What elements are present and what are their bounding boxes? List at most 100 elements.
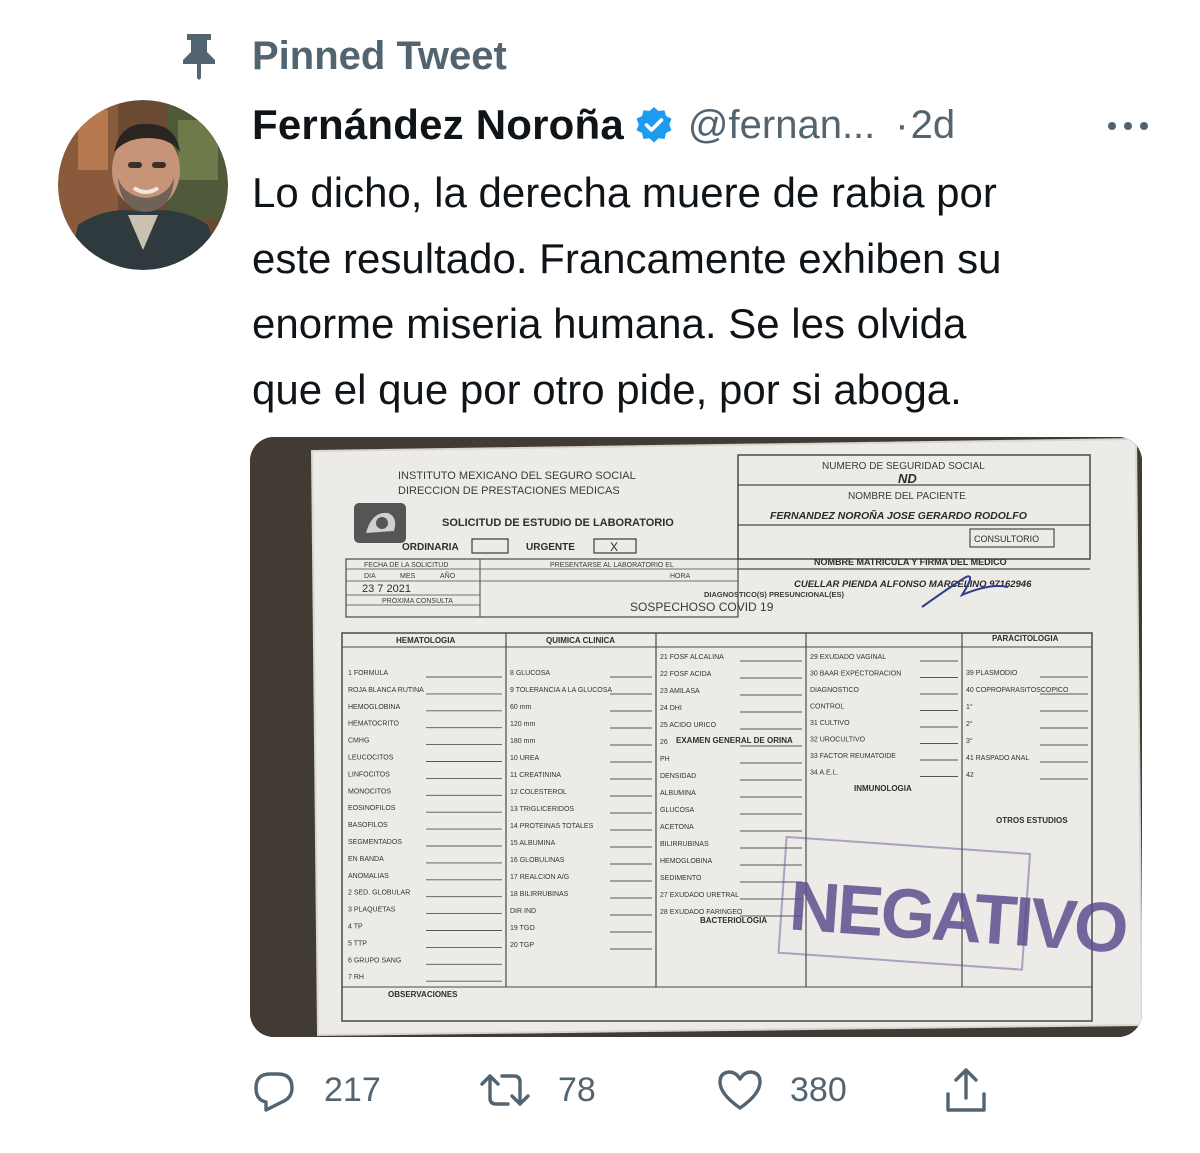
tweet-text-line: enorme miseria humana. Se les olvida <box>252 300 967 347</box>
imss-logo-icon <box>354 503 406 543</box>
form-row-label: ROJA BLANCA RUTINA <box>348 687 424 694</box>
form-row-label: 12 COLESTEROL <box>510 789 567 796</box>
form-row-label: 60 mm <box>510 704 532 711</box>
form-row-label: MONOCITOS <box>348 788 391 795</box>
tweet-image[interactable]: INSTITUTO MEXICANO DEL SEGURO SOCIAL DIR… <box>250 437 1142 1037</box>
action-bar: 217 78 380 <box>250 1060 1010 1120</box>
form-row-label: 33 FACTOR REUMATOIDE <box>810 753 896 760</box>
consultorio-label: CONSULTORIO <box>974 534 1039 544</box>
form-row-label: 22 FOSF ACIDA <box>660 671 712 678</box>
form-row-label: EN BANDA <box>348 856 384 863</box>
form-row-label: 6 GRUPO SANG <box>348 957 401 964</box>
form-row-label: DENSIDAD <box>660 773 696 780</box>
diagnostico-label: DIAGNOSTICO(S) PRESUNCIONAL(ES) <box>704 590 845 599</box>
form-row-label: 41 RASPADO ANAL <box>966 755 1029 762</box>
tweet-text-line: que el que por otro pide, por si aboga. <box>252 365 962 413</box>
form-row-label: 26 <box>660 739 668 746</box>
patient-label: NOMBRE DEL PACIENTE <box>848 491 966 502</box>
form-row-label: 3° <box>966 737 973 745</box>
section-quimica: QUIMICA CLINICA <box>546 636 615 645</box>
form-row-label: 14 PROTEINAS TOTALES <box>510 823 594 830</box>
share-button[interactable] <box>942 1060 990 1120</box>
section-orina: EXAMEN GENERAL DE ORINA <box>676 736 793 745</box>
dia-label: DIA <box>364 573 376 580</box>
form-row-label: 40 COPROPARASITOSCOPICO <box>966 687 1069 694</box>
form-title: SOLICITUD DE ESTUDIO DE LABORATORIO <box>442 517 674 529</box>
form-row-label: SEGMENTADOS <box>348 839 402 846</box>
retweet-icon <box>478 1066 532 1114</box>
form-row-label: CMHG <box>348 738 369 745</box>
retweet-count: 78 <box>558 1070 596 1109</box>
avatar[interactable] <box>58 100 228 270</box>
separator-dot: · <box>895 102 909 147</box>
form-row-label: 17 REALCION A/G <box>510 874 569 881</box>
reply-button[interactable]: 217 <box>250 1060 381 1120</box>
form-row-label: BASOFILOS <box>348 822 388 829</box>
form-row-label: 23 AMILASA <box>660 688 700 695</box>
form-row-label: 19 TGO <box>510 925 535 932</box>
form-row-label: 1° <box>966 703 973 711</box>
pinned-label: Pinned Tweet <box>252 34 507 78</box>
form-row-label: 27 EXUDADO URETRAL <box>660 892 739 899</box>
form-row-label: HEMOGLOBINA <box>660 858 712 865</box>
proxima-label: PROXIMA CONSULTA <box>382 598 453 605</box>
ordinaria-label: ORDINARIA <box>402 542 459 553</box>
heart-icon <box>716 1066 764 1114</box>
form-row-label: 3 PLAQUETAS <box>348 907 396 914</box>
urgente-label: URGENTE <box>526 542 575 553</box>
form-row-label: 20 TGP <box>510 942 534 949</box>
form-row-label: 180 mm <box>510 738 535 745</box>
like-button[interactable]: 380 <box>716 1060 847 1120</box>
form-row-label: 31 CULTIVO <box>810 720 850 727</box>
urgente-mark: X <box>610 540 618 554</box>
form-row-label: BILIRRUBINAS <box>660 841 709 848</box>
form-row-label: 24 DHI <box>660 705 682 712</box>
tweet-text: Lo dicho, la derecha muere de rabia por … <box>252 160 1152 422</box>
like-count: 380 <box>790 1070 847 1109</box>
nss-value: ND <box>898 471 917 486</box>
more-options-icon[interactable] <box>1098 106 1158 146</box>
retweet-button[interactable]: 78 <box>478 1060 596 1120</box>
form-row-label: LINFOCITOS <box>348 771 390 778</box>
handle[interactable]: @fernan... <box>688 103 875 148</box>
form-row-label: 15 ALBUMINA <box>510 840 555 847</box>
form-row-label: 5 TTP <box>348 940 367 947</box>
observaciones-label: OBSERVACIONES <box>388 990 458 999</box>
section-otros: OTROS ESTUDIOS <box>996 816 1068 825</box>
form-row-label: 9 TOLERANCIA A LA GLUCOSA <box>510 687 612 694</box>
form-row-label: 120 mm <box>510 721 535 728</box>
section-inmunologia: INMUNOLOGIA <box>854 784 912 793</box>
form-row-label: 32 UROCULTIVO <box>810 737 866 744</box>
section-parasitologia: PARACITOLOGIA <box>992 634 1059 643</box>
display-name[interactable]: Fernández Noroña <box>252 101 624 149</box>
form-row-label: ALBUMINA <box>660 790 696 797</box>
form-direction: DIRECCION DE PRESTACIONES MEDICAS <box>398 485 620 497</box>
mes-label: MES <box>400 573 416 580</box>
form-row-label: 30 BAAR EXPECTORACION <box>810 671 901 678</box>
form-row-label: CONTROL <box>810 704 844 711</box>
diagnostico-value: SOSPECHOSO COVID 19 <box>630 600 774 614</box>
form-row-label: 34 A.E.L. <box>810 770 838 777</box>
form-row-label: DIAGNOSTICO <box>810 687 860 694</box>
anio-label: AÑO <box>440 571 456 580</box>
form-row-label: 42 <box>966 772 974 779</box>
form-row-label: 2° <box>966 720 973 728</box>
form-row-label: 7 RH <box>348 974 364 981</box>
presentarse-label: PRESENTARSE AL LABORATORIO EL <box>550 562 674 569</box>
section-bacteriologia: BACTERIOLOGIA <box>700 916 767 925</box>
form-row-label: 8 GLUCOSA <box>510 670 550 677</box>
form-row-label: PH <box>660 756 670 763</box>
timestamp[interactable]: 2d <box>911 103 956 148</box>
pinned-indicator: Pinned Tweet <box>176 30 507 80</box>
tweet-text-line: este resultado. Francamente exhiben su <box>252 234 1002 282</box>
medico-label: NOMBRE MATRICULA Y FIRMA DEL MEDICO <box>814 557 1007 567</box>
form-row-label: SEDIMENTO <box>660 875 702 882</box>
form-row-label: 39 PLASMODIO <box>966 670 1018 677</box>
form-row-label: LEUCOCITOS <box>348 755 394 762</box>
form-row-label: EOSINOFILOS <box>348 805 396 812</box>
pin-icon <box>176 30 222 80</box>
form-row-label: 2 SED. GLOBULAR <box>348 890 410 897</box>
reply-count: 217 <box>324 1070 381 1109</box>
form-row-label: HEMOGLOBINA <box>348 704 400 711</box>
fecha-value: 23 7 2021 <box>362 583 411 595</box>
